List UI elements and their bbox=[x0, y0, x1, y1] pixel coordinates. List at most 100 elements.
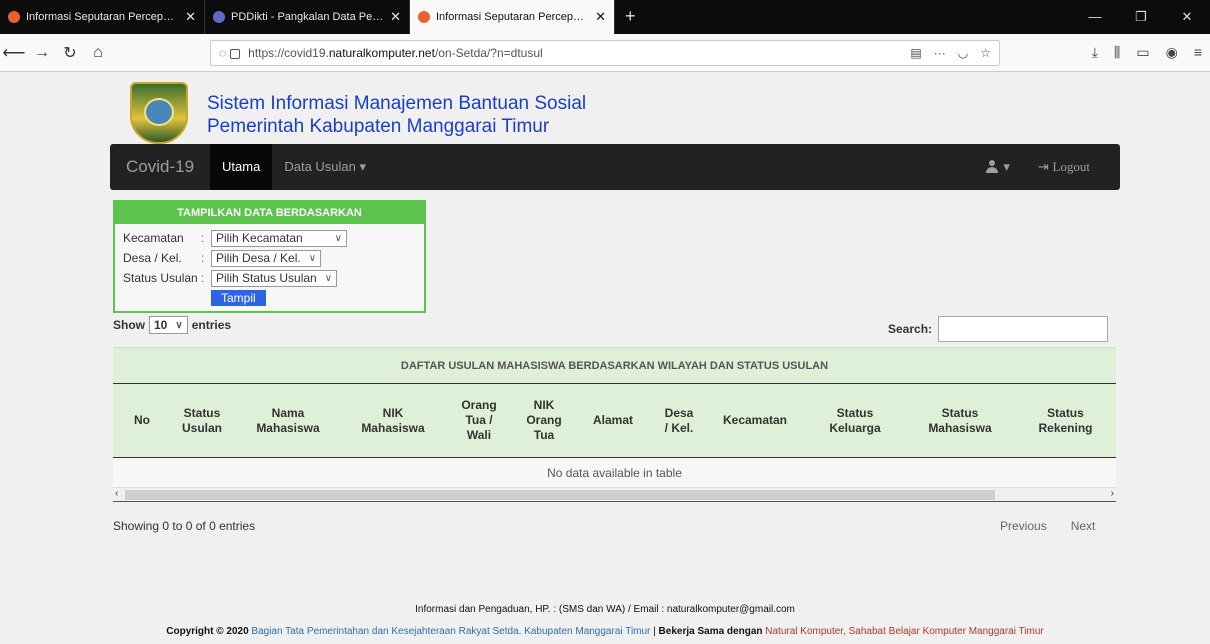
new-tab-icon[interactable]: + bbox=[615, 0, 646, 34]
browser-tab-bar: Informasi Seputaran Percepatan ✕ PDDikti… bbox=[0, 0, 1210, 34]
account-icon[interactable]: ◉ bbox=[1166, 44, 1178, 61]
close-tab-icon[interactable]: ✕ bbox=[185, 9, 196, 25]
tab-title: PDDikti - Pangkalan Data Pendidikan bbox=[231, 11, 385, 23]
column-header-label: Alamat bbox=[592, 413, 633, 427]
status-usulan-select[interactable]: Pilih Status Usulan ∨ bbox=[211, 269, 338, 287]
favicon-icon bbox=[213, 11, 225, 23]
browser-tab-1[interactable]: Informasi Seputaran Percepatan ✕ bbox=[0, 0, 205, 34]
scroll-left-icon[interactable]: ‹ bbox=[115, 488, 118, 499]
close-window-icon[interactable]: ✕ bbox=[1164, 0, 1210, 34]
download-icon[interactable]: ⤓ bbox=[1092, 44, 1098, 61]
horizontal-scrollbar[interactable]: ‹ › bbox=[113, 488, 1116, 502]
home-icon[interactable]: ⌂ bbox=[84, 44, 112, 62]
restore-icon[interactable]: ❐ bbox=[1118, 0, 1164, 34]
nav-utama[interactable]: Utama bbox=[210, 144, 273, 190]
app-navbar: Covid-19 Utama Data Usulan ▾ ▾ ⇥ Logout bbox=[110, 144, 1120, 190]
entries-select[interactable]: 10 ∨ bbox=[149, 316, 188, 334]
footer-copyright: Copyright © 2020 Bagian Tata Pemerintaha… bbox=[0, 626, 1210, 637]
close-tab-icon[interactable]: ✕ bbox=[595, 9, 606, 25]
column-header[interactable]: Kecamatan bbox=[705, 384, 805, 457]
tampil-button[interactable]: Tampil bbox=[211, 290, 266, 306]
data-table: DAFTAR USULAN MAHASISWA BERDASARKAN WILA… bbox=[113, 347, 1116, 502]
column-header-label: NIK Mahasiswa bbox=[361, 405, 425, 435]
column-header-label: NIK Orang Tua bbox=[526, 398, 562, 442]
table-header: No Status Usulan Nama Mahasiswa NIK Maha… bbox=[113, 383, 1116, 458]
copyright-prefix: Copyright © 2020 bbox=[166, 626, 252, 637]
pagination: Previous Next bbox=[1000, 519, 1095, 533]
column-header[interactable]: Status Keluarga bbox=[805, 384, 905, 457]
back-icon[interactable]: ⟵ bbox=[0, 43, 28, 63]
scroll-right-icon[interactable]: › bbox=[1111, 488, 1114, 499]
previous-button[interactable]: Previous bbox=[1000, 519, 1047, 533]
column-header-label: Nama Mahasiswa bbox=[256, 405, 320, 435]
show-label: Show bbox=[113, 318, 145, 332]
lock-icon bbox=[230, 49, 241, 59]
browser-toolbar: ⟵ → ↻ ⌂ ◌ https://covid19. naturalkompute… bbox=[0, 34, 1210, 72]
footer-contact: Informasi dan Pengaduan, HP. : (SMS dan … bbox=[415, 604, 795, 615]
logout-link[interactable]: ⇥ Logout bbox=[1038, 159, 1090, 175]
shield-icon: ◌ bbox=[219, 46, 227, 60]
desa-select[interactable]: Pilih Desa / Kel. ∨ bbox=[211, 249, 322, 267]
empty-table-message: No data available in table bbox=[113, 458, 1116, 488]
table-info: Showing 0 to 0 of 0 entries bbox=[113, 519, 256, 533]
favicon-icon bbox=[418, 11, 430, 23]
chevron-down-icon: ∨ bbox=[334, 232, 342, 244]
library-icon[interactable]: ⫼ bbox=[1114, 44, 1120, 61]
browser-tab-2[interactable]: PDDikti - Pangkalan Data Pendidikan ✕ bbox=[205, 0, 410, 34]
reader-icon[interactable]: ▤ bbox=[910, 46, 921, 60]
nav-data-usulan[interactable]: Data Usulan ▾ bbox=[272, 159, 378, 175]
desa-label: Desa / Kel. bbox=[123, 251, 182, 265]
nav-data-usulan-label: Data Usulan bbox=[284, 159, 356, 174]
table-caption: DAFTAR USULAN MAHASISWA BERDASARKAN WILA… bbox=[113, 347, 1116, 383]
logout-icon: ⇥ bbox=[1037, 159, 1049, 174]
kecamatan-select[interactable]: Pilih Kecamatan ∨ bbox=[211, 229, 347, 247]
next-button[interactable]: Next bbox=[1071, 519, 1096, 533]
search-input[interactable] bbox=[938, 316, 1109, 342]
brand-link[interactable]: Covid-19 bbox=[110, 157, 210, 177]
page-title: Sistem Informasi Manajemen Bantuan Sosia… bbox=[207, 92, 586, 138]
sidebar-icon[interactable]: ▭ bbox=[1136, 44, 1149, 61]
column-header[interactable]: NIK Mahasiswa bbox=[343, 384, 443, 457]
column-header[interactable]: No bbox=[113, 384, 171, 457]
chevron-down-icon: ∨ bbox=[175, 319, 183, 331]
title-line-2: Pemerintah Kabupaten Manggarai Timur bbox=[207, 116, 550, 137]
url-prefix: https://covid19. bbox=[248, 46, 329, 60]
search-label: Search: bbox=[888, 322, 933, 336]
minimize-icon[interactable]: — bbox=[1072, 0, 1118, 34]
caret-down-icon: ▾ bbox=[1003, 159, 1010, 174]
column-header[interactable]: Status Mahasiswa bbox=[905, 384, 1015, 457]
bekerja-label: Bekerja Sama dengan bbox=[658, 626, 763, 637]
org-link[interactable]: Bagian Tata Pemerintahan dan Kesejahtera… bbox=[251, 626, 650, 637]
tab-title: Informasi Seputaran Percepatan bbox=[436, 11, 590, 23]
column-header[interactable]: Orang Tua / Wali bbox=[443, 384, 515, 457]
title-line-1: Sistem Informasi Manajemen Bantuan Sosia… bbox=[207, 93, 587, 114]
url-bar[interactable]: ◌ https://covid19. naturalkomputer.net/on… bbox=[210, 40, 1000, 66]
url-path: /on-Setda/?n=dtusul bbox=[434, 46, 543, 60]
column-header-label: No bbox=[134, 413, 150, 427]
window-controls: — ❐ ✕ bbox=[1072, 0, 1210, 34]
menu-icon[interactable]: ≡ bbox=[1194, 44, 1202, 61]
partner-link[interactable]: Natural Komputer, Sahabat Belajar Komput… bbox=[765, 626, 1043, 637]
column-header[interactable]: Desa / Kel. bbox=[653, 384, 705, 457]
column-header[interactable]: NIK Orang Tua bbox=[515, 384, 573, 457]
column-header-label: Orang Tua / Wali bbox=[461, 398, 497, 442]
reload-icon[interactable]: ↻ bbox=[56, 43, 84, 63]
column-header[interactable]: Status Usulan bbox=[171, 384, 233, 457]
desa-select-value: Pilih Desa / Kel. bbox=[216, 251, 301, 265]
column-header-label: Desa / Kel. bbox=[664, 405, 694, 435]
browser-tab-3[interactable]: Informasi Seputaran Percepatan ✕ bbox=[410, 0, 615, 34]
scrollbar-thumb[interactable] bbox=[125, 490, 995, 500]
close-tab-icon[interactable]: ✕ bbox=[390, 9, 401, 25]
column-header[interactable]: Alamat bbox=[573, 384, 653, 457]
entries-length: Show 10 ∨ entries bbox=[113, 316, 231, 334]
page-content: Sistem Informasi Manajemen Bantuan Sosia… bbox=[0, 72, 1210, 644]
column-header[interactable]: Status Rekening bbox=[1015, 384, 1116, 457]
user-menu[interactable]: ▾ bbox=[985, 159, 1010, 175]
favicon-icon bbox=[8, 11, 20, 23]
more-icon[interactable]: ··· bbox=[934, 46, 946, 60]
pocket-icon[interactable]: ◡ bbox=[958, 46, 968, 60]
column-header[interactable]: Nama Mahasiswa bbox=[233, 384, 343, 457]
status-usulan-select-value: Pilih Status Usulan bbox=[216, 271, 317, 285]
bookmark-star-icon[interactable]: ☆ bbox=[980, 46, 991, 60]
forward-icon[interactable]: → bbox=[28, 44, 56, 62]
